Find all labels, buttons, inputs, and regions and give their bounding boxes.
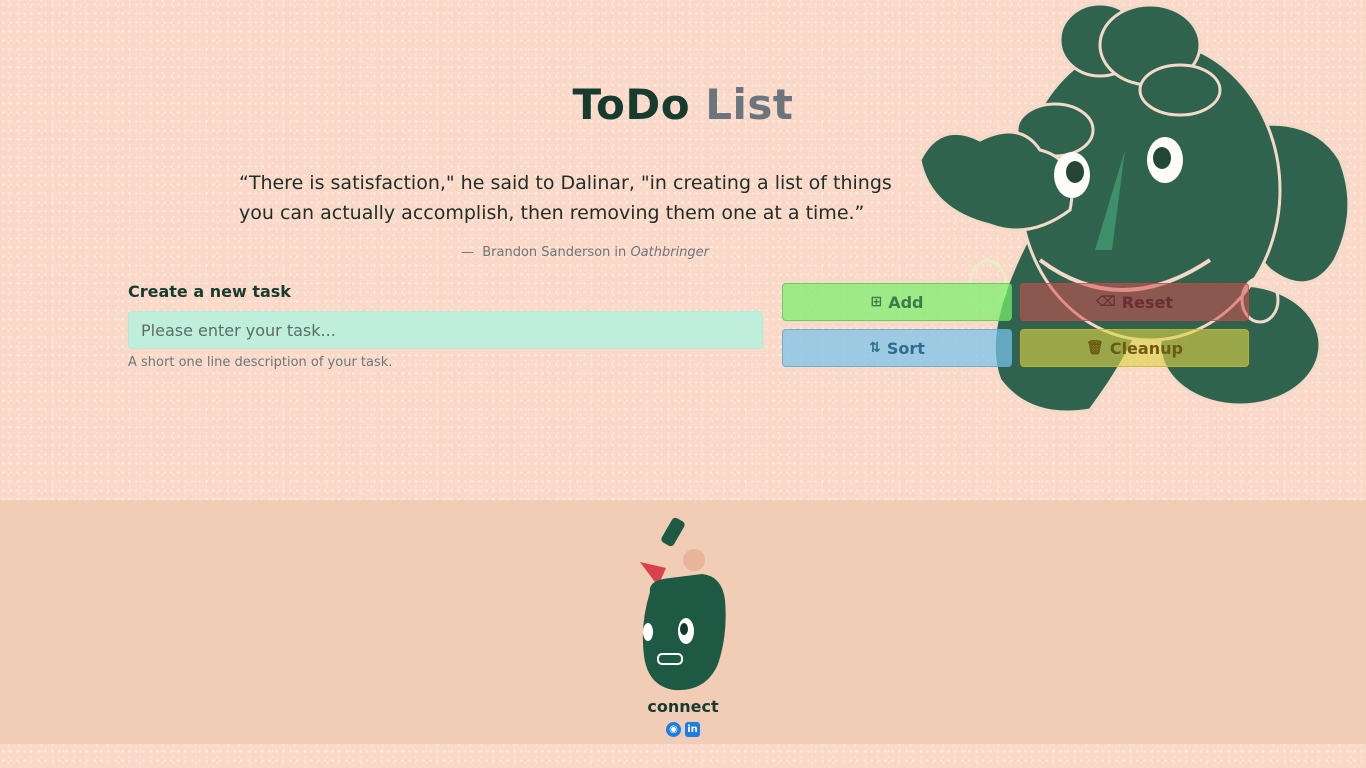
title-accent: List (705, 80, 794, 129)
title-main: ToDo (572, 80, 691, 129)
connect-label: connect (647, 697, 719, 716)
github-icon[interactable]: ◉ (666, 722, 681, 737)
trash-icon: 🗑 (1086, 340, 1104, 356)
task-label: Create a new task (128, 282, 291, 301)
plus-square-icon: ⊞ (870, 294, 883, 310)
quote-author: Brandon Sanderson in (482, 245, 627, 260)
reset-button[interactable]: ⌫ Reset (1020, 283, 1249, 321)
task-help-text: A short one line description of your tas… (128, 355, 393, 370)
reset-button-label: Reset (1121, 292, 1173, 312)
backspace-icon: ⌫ (1096, 294, 1116, 310)
footer: connect ◉ in (0, 500, 1366, 744)
cleanup-button[interactable]: 🗑 Cleanup (1020, 329, 1249, 367)
sort-icon: ⇅ (869, 340, 881, 356)
social-links: ◉ in (666, 722, 700, 737)
sort-button-label: Sort (886, 338, 925, 358)
quote-dash: — (460, 245, 474, 260)
cleanup-button-label: Cleanup (1109, 338, 1183, 358)
quote-text: “There is satisfaction," he said to Dali… (239, 172, 892, 224)
task-input[interactable] (128, 311, 763, 349)
footer-figure-illustration (640, 517, 726, 691)
linkedin-icon[interactable]: in (685, 722, 700, 737)
add-button[interactable]: ⊞ Add (782, 283, 1012, 321)
sort-button[interactable]: ⇅ Sort (782, 329, 1012, 367)
add-button-label: Add (888, 292, 924, 312)
quote-book: Oathbringer (630, 245, 710, 260)
